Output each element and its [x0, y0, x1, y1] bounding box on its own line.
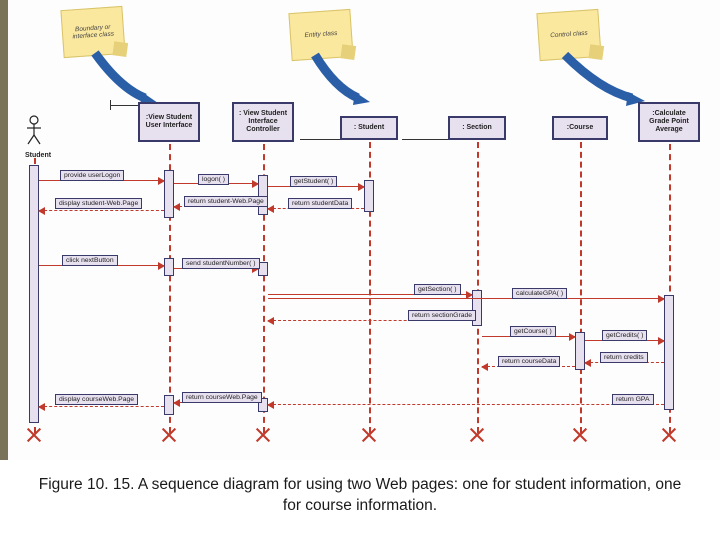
- actor-student: Student: [25, 115, 51, 159]
- lifeline-view-student-controller: : View Student Interface Controller: [232, 102, 294, 142]
- msg-label: provide userLogon: [60, 170, 124, 181]
- destroy-icon: [573, 428, 587, 442]
- destroy-icon: [470, 428, 484, 442]
- msg-label: display student-Web.Page: [55, 198, 142, 209]
- msg-label: getCourse( ): [510, 326, 556, 337]
- msg-label: return studentData: [288, 198, 352, 209]
- figure-caption: Figure 10. 15. A sequence diagram for us…: [0, 475, 720, 517]
- msg-label: getStudent( ): [290, 176, 337, 187]
- lifeline-label: :View Student User Interface: [142, 114, 196, 129]
- msg-label: return student-Web.Page: [184, 196, 268, 207]
- lifeline-label: :Calculate Grade Point Average: [642, 110, 696, 133]
- sticky-label: Boundary or interface class: [66, 23, 121, 41]
- lifeline-label: :Course: [567, 124, 593, 132]
- actor-label: Student: [25, 152, 51, 159]
- activation-l1b: [164, 258, 174, 276]
- lifeline-dash-5: [580, 142, 582, 433]
- msg-label: calculateGPA( ): [512, 288, 567, 299]
- msg-display-course-webpage: [39, 406, 164, 407]
- msg-label: getSection( ): [414, 284, 461, 295]
- lifeline-student: : Student: [340, 116, 398, 140]
- lifeline-label: : View Student Interface Controller: [236, 110, 290, 133]
- activation-l3a: [364, 180, 374, 212]
- activation-actor: [29, 165, 39, 423]
- destroy-icon: [662, 428, 676, 442]
- msg-label: return credits: [600, 352, 648, 363]
- activation-l6a: [664, 295, 674, 410]
- sticky-label: Control class: [550, 30, 588, 40]
- lifeline-calculate-gpa: :Calculate Grade Point Average: [638, 102, 700, 142]
- lifeline-label: : Student: [354, 124, 384, 132]
- msg-label: logon( ): [198, 174, 229, 185]
- msg-label: return courseData: [498, 356, 560, 367]
- destroy-icon: [162, 428, 176, 442]
- destroy-icon: [27, 428, 41, 442]
- lifeline-course: :Course: [552, 116, 608, 140]
- msg-label: click nextButton: [62, 255, 118, 266]
- msg-display-student-webpage: [39, 210, 164, 211]
- destroy-icon: [256, 428, 270, 442]
- msg-label: return sectionGrade: [408, 310, 476, 321]
- msg-label: return courseWeb.Page: [182, 392, 262, 403]
- arrow-boundary-icon: [90, 48, 170, 108]
- msg-label: display courseWeb.Page: [55, 394, 138, 405]
- msg-label: send studentNumber( ): [182, 258, 260, 269]
- msg-return-gpa: [268, 404, 664, 405]
- arrow-entity-icon: [310, 50, 380, 108]
- left-accent-bar: [0, 0, 8, 460]
- lifeline-view-student-ui: :View Student User Interface: [138, 102, 200, 142]
- lifeline-dash-4: [477, 142, 479, 433]
- destroy-icon: [362, 428, 376, 442]
- lifeline-label: : Section: [462, 124, 492, 132]
- lifeline-section: : Section: [448, 116, 506, 140]
- sequence-diagram: Boundary or interface class Entity class…: [0, 0, 720, 460]
- sticky-label: Entity class: [304, 30, 337, 39]
- arrow-control-icon: [560, 50, 650, 108]
- msg-label: return GPA: [612, 394, 654, 405]
- stick-figure-icon: [25, 115, 43, 145]
- msg-calculategpa: [268, 298, 664, 299]
- msg-label: getCredits( ): [602, 330, 647, 341]
